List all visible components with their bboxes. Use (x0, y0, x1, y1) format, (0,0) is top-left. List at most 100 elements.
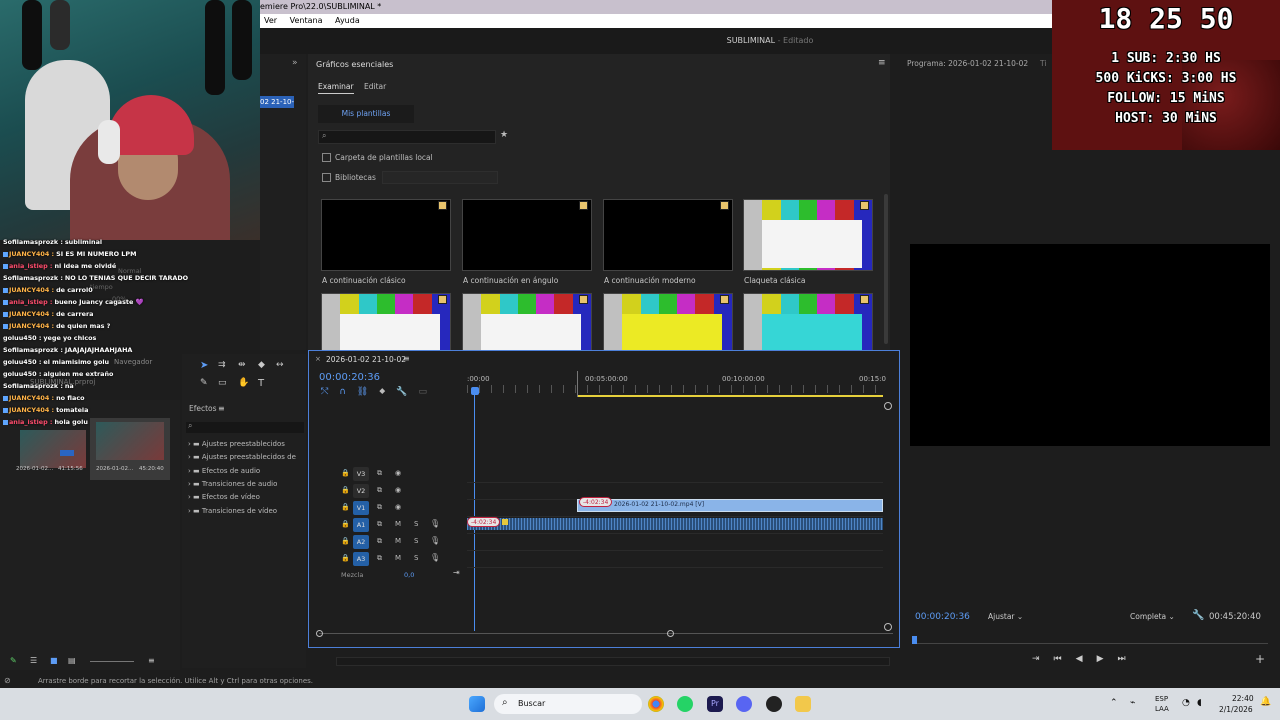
scroll-handle-top[interactable] (884, 402, 892, 410)
zoom-slider[interactable] (90, 661, 134, 662)
horizontal-scrollbar[interactable] (319, 633, 893, 634)
template-card[interactable] (462, 199, 592, 271)
chrome-icon[interactable] (648, 696, 664, 712)
track-label[interactable]: V2 (353, 484, 369, 498)
language-code[interactable]: ESP (1155, 695, 1168, 703)
template-card[interactable] (321, 199, 451, 271)
premiere-icon[interactable]: Pr (707, 696, 723, 712)
panel-menu-icon[interactable]: ≡ (878, 58, 886, 68)
close-tab-icon[interactable]: × (315, 355, 321, 363)
track-label[interactable]: V3 (353, 467, 369, 481)
microphone-icon[interactable]: 🎙 (430, 519, 440, 528)
lock-icon[interactable]: 🔒 (341, 503, 350, 511)
add-button-icon[interactable]: + (1255, 652, 1265, 666)
ruler-ticks[interactable] (467, 385, 885, 393)
expand-chevron-icon[interactable]: » (292, 58, 298, 68)
linked-icon[interactable]: ⛓ (357, 387, 379, 397)
tab-examinar[interactable]: Examinar (318, 82, 354, 94)
lock-icon[interactable]: 🔒 (341, 469, 350, 477)
effects-folder[interactable]: › ▬ Efectos de audio (188, 467, 260, 475)
effects-folder[interactable]: › ▬ Ajustes preestablecidos de (188, 453, 296, 461)
menu-ventana[interactable]: Ventana (290, 16, 323, 25)
quality-dropdown[interactable]: Completa ⌄ (1130, 612, 1175, 621)
discord-icon[interactable] (736, 696, 752, 712)
windows-start-icon[interactable] (469, 696, 485, 712)
language-layout[interactable]: LAA (1155, 705, 1169, 713)
track-label[interactable]: A2 (353, 535, 369, 549)
microphone-icon[interactable]: 🎙 (430, 553, 440, 562)
mix-jump-icon[interactable]: ⇥ (453, 568, 460, 577)
lock-icon[interactable]: 🔒 (341, 537, 350, 545)
eye-icon[interactable]: ◉ (395, 486, 401, 494)
mark-icon[interactable]: ⇥ (1032, 654, 1054, 664)
eye-icon[interactable]: ◉ (395, 469, 401, 477)
eye-icon[interactable]: ◉ (395, 503, 401, 511)
audio-clip-a1[interactable] (467, 518, 883, 530)
volume-icon[interactable]: ◖ (1197, 698, 1202, 708)
lock-icon[interactable]: 🔒 (341, 554, 350, 562)
clock-time[interactable]: 22:40 (1232, 694, 1254, 703)
sync-lock-icon[interactable]: ⧉ (377, 469, 382, 478)
mix-value[interactable]: 0,0 (404, 571, 414, 579)
timeline-playhead-handle[interactable] (471, 387, 479, 395)
template-card[interactable] (603, 199, 733, 271)
sequence-menu-icon[interactable]: ≡ (403, 354, 410, 363)
solo-button[interactable]: S (414, 520, 418, 528)
obs-icon[interactable] (766, 696, 782, 712)
sequence-tab[interactable]: 2026-01-02 21-10-02 (326, 355, 406, 364)
icon-view-icon[interactable]: ■ (50, 656, 58, 665)
transport-controls[interactable]: ⇥⏮◀▶⏭ (1032, 654, 1140, 664)
track-label[interactable]: A3 (353, 552, 369, 566)
whatsapp-icon[interactable] (677, 696, 693, 712)
snap-icon[interactable]: ∩ (339, 387, 357, 397)
program-title[interactable]: Programa: 2026-01-02 21-10-02 (907, 59, 1028, 68)
menu-ayuda[interactable]: Ayuda (335, 16, 360, 25)
lock-icon[interactable]: 🔒 (341, 486, 350, 494)
clip-thumbnail-1[interactable] (20, 430, 86, 468)
sync-lock-icon[interactable]: ⧉ (377, 520, 382, 529)
timeline-playhead-line[interactable] (474, 395, 475, 631)
mute-button[interactable]: M (395, 554, 401, 562)
freeform-view-icon[interactable]: ▤ (68, 656, 76, 665)
step-back-icon[interactable]: ⏮ (1054, 654, 1076, 664)
wifi-icon[interactable]: ◔ (1182, 698, 1190, 708)
template-search-input[interactable]: ⌕ (318, 130, 496, 144)
template-card[interactable] (743, 199, 873, 271)
slip-icon[interactable]: ↔ (276, 360, 284, 370)
scroll-handle-bottom[interactable] (884, 623, 892, 631)
star-icon[interactable]: ★ (500, 130, 508, 140)
notification-icon[interactable]: 🔔 (1260, 697, 1271, 707)
sync-lock-icon[interactable]: ⧉ (377, 537, 382, 546)
lock-icon[interactable]: 🔒 (341, 520, 350, 528)
microphone-icon[interactable]: 🎙 (430, 536, 440, 545)
tray-network-icon[interactable]: ⌁ (1130, 698, 1135, 708)
sync-lock-icon[interactable]: ⧉ (377, 503, 382, 512)
sync-lock-icon[interactable]: ⧉ (377, 554, 382, 563)
my-templates-button[interactable]: Mis plantillas (318, 105, 414, 123)
program-timecode[interactable]: 00:00:20:36 (915, 612, 970, 622)
menu-ver[interactable]: Ver (264, 16, 277, 25)
mute-button[interactable]: M (395, 537, 401, 545)
sync-lock-icon[interactable]: ⧉ (377, 486, 382, 495)
timeline-zoom-bar[interactable] (336, 657, 890, 666)
scroll-left-handle[interactable] (316, 630, 323, 637)
program-scrubber[interactable] (912, 634, 1268, 644)
work-area-bar[interactable] (577, 395, 883, 397)
settings-wrench-icon[interactable]: 🔧 (396, 387, 418, 397)
nest-icon[interactable]: ⤲ (321, 387, 339, 397)
tab-editar[interactable]: Editar (364, 82, 386, 91)
effects-folder[interactable]: › ▬ Transiciones de audio (188, 480, 277, 488)
video-clip-v1[interactable]: 2026-01-02 21-10-02.mp4 [V] (577, 499, 883, 512)
effects-folder[interactable]: › ▬ Ajustes preestablecidos (188, 440, 285, 448)
track-label[interactable]: V1 (353, 501, 369, 515)
clock-date[interactable]: 2/1/2026 (1219, 705, 1253, 714)
tray-chevron-icon[interactable]: ⌃ (1110, 698, 1118, 708)
solo-button[interactable]: S (414, 554, 418, 562)
captions-icon[interactable]: ▭ (418, 387, 438, 397)
local-folder-checkbox[interactable] (322, 153, 331, 162)
date-tag[interactable]: 02 21-10- (260, 96, 294, 108)
wrench-icon[interactable]: 🔧 (1192, 610, 1204, 621)
libraries-dropdown[interactable] (382, 171, 498, 184)
timeline-timecode[interactable]: 00:00:20:36 (319, 372, 380, 383)
effects-folder[interactable]: › ▬ Transiciones de vídeo (188, 507, 277, 515)
